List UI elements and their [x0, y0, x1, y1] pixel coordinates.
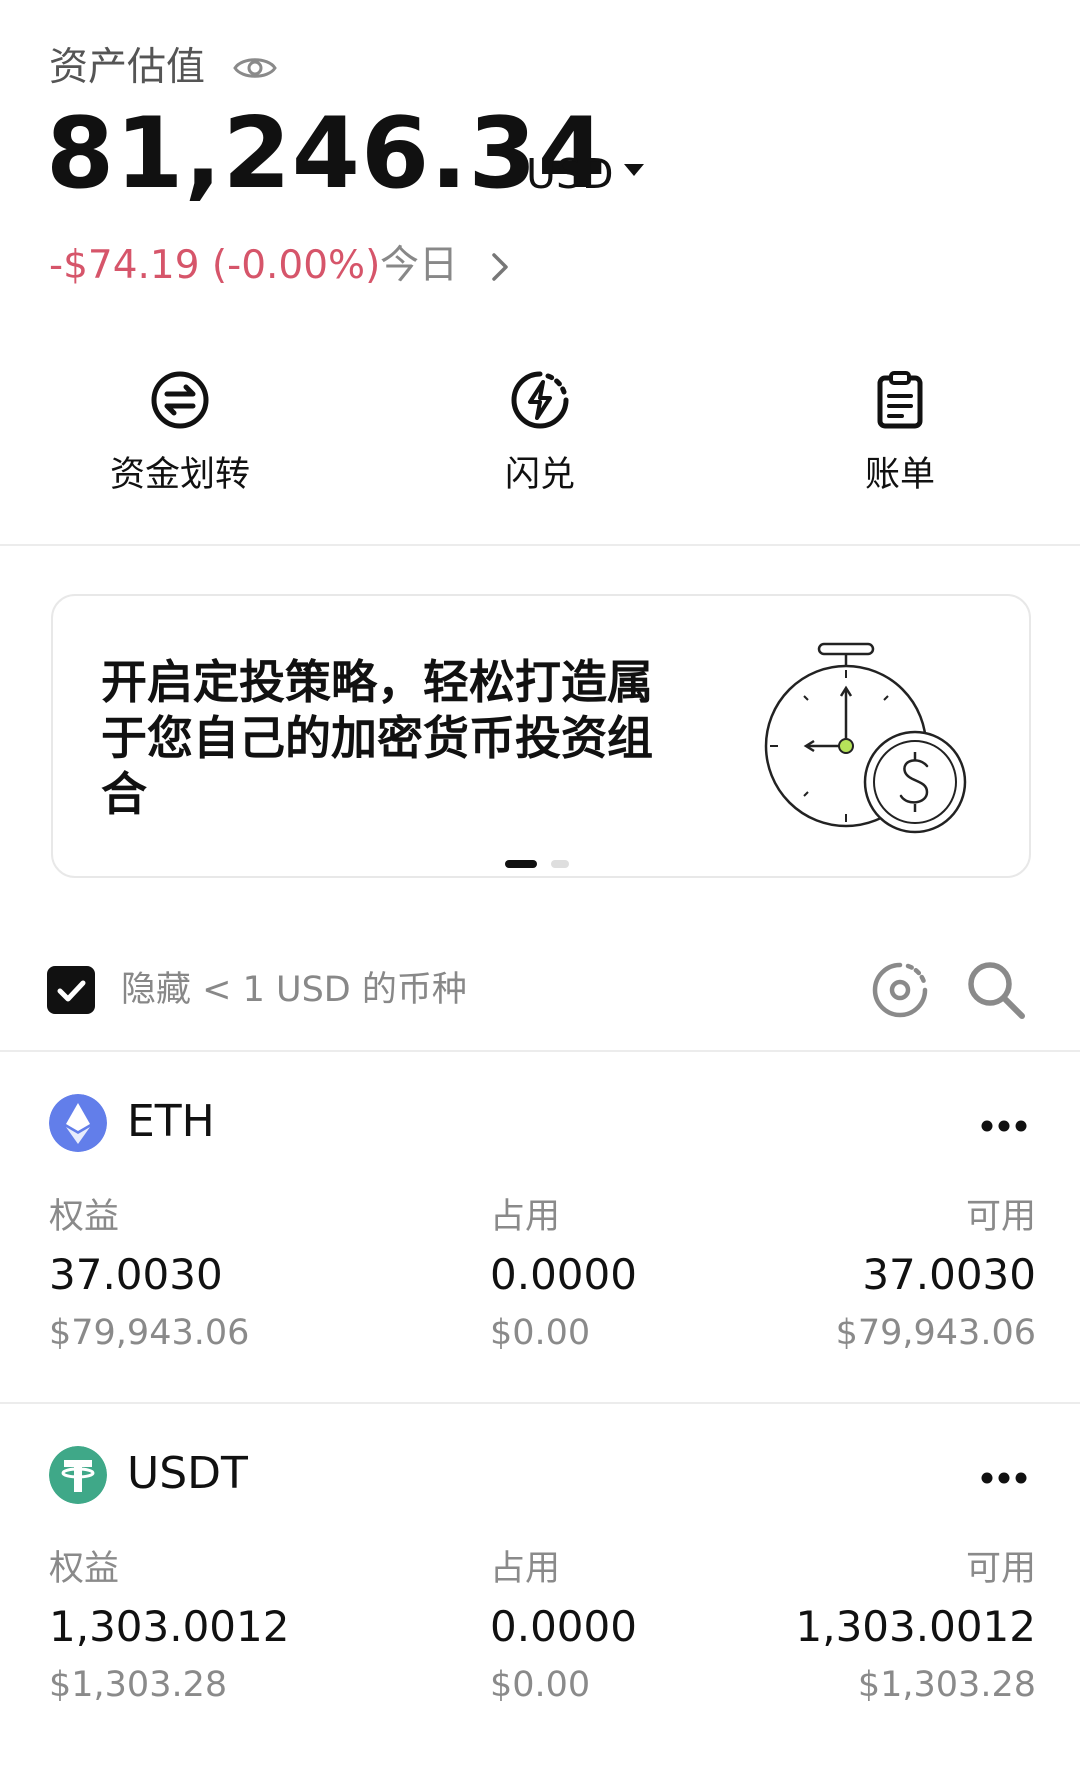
- hide-small-balances-label[interactable]: 隐藏 < 1 USD 的币种: [121, 966, 467, 1014]
- asset-row-eth[interactable]: ETH 权益 37.0030 $79,943.06 占用 0.0000 $0.0…: [0, 1052, 1080, 1402]
- available-usd: $79,943.06: [835, 1313, 1036, 1353]
- bill-label: 账单: [864, 455, 935, 495]
- promo-banner[interactable]: 开启定投策略，轻松打造属于您自己的加密货币投资组合: [51, 594, 1031, 878]
- daily-change: -$74.19 (-0.00%): [49, 243, 381, 288]
- flash-swap-label: 闪兑: [504, 455, 575, 495]
- used-label: 占用: [490, 1549, 561, 1589]
- more-options-icon[interactable]: [980, 1471, 1028, 1485]
- refresh-icon[interactable]: [870, 960, 930, 1020]
- banner-text: 开启定投策略，轻松打造属于您自己的加密货币投资组合: [101, 655, 653, 821]
- total-balance: 81,246.34: [46, 97, 607, 211]
- asset-row-usdt[interactable]: USDT 权益 1,303.0012 $1,303.28 占用 0.0000 $…: [0, 1404, 1080, 1778]
- equity-label: 权益: [49, 1549, 120, 1589]
- equity-usd: $1,303.28: [49, 1665, 228, 1705]
- eye-icon[interactable]: [232, 52, 278, 84]
- used-label: 占用: [490, 1197, 561, 1237]
- flash-swap-icon: [511, 371, 569, 429]
- transfer-label: 资金划转: [109, 455, 250, 495]
- search-icon[interactable]: [964, 958, 1028, 1022]
- asset-valuation-title: 资产估值: [49, 45, 206, 90]
- section-divider: [0, 544, 1080, 546]
- transfer-button[interactable]: 资金划转: [50, 368, 310, 498]
- equity-value: 1,303.0012: [49, 1602, 290, 1651]
- bill-icon: [877, 371, 923, 429]
- used-usd: $0.00: [490, 1665, 591, 1705]
- available-value: 1,303.0012: [795, 1602, 1036, 1651]
- equity-value: 37.0030: [49, 1250, 223, 1299]
- carousel-indicator[interactable]: [551, 860, 569, 868]
- period-label[interactable]: 今日: [380, 240, 458, 292]
- used-value: 0.0000: [490, 1250, 637, 1299]
- equity-label: 权益: [49, 1197, 120, 1237]
- bill-button[interactable]: 账单: [770, 368, 1030, 498]
- available-label: 可用: [965, 1549, 1036, 1589]
- equity-usd: $79,943.06: [49, 1313, 250, 1353]
- asset-name: USDT: [127, 1448, 248, 1499]
- caret-down-icon[interactable]: [624, 164, 644, 176]
- flash-swap-button[interactable]: 闪兑: [410, 368, 670, 498]
- asset-name: ETH: [127, 1096, 215, 1147]
- more-options-icon[interactable]: [980, 1119, 1028, 1133]
- currency-selector[interactable]: USD: [526, 148, 614, 200]
- usdt-icon: [49, 1446, 107, 1504]
- available-label: 可用: [965, 1197, 1036, 1237]
- eth-icon: [49, 1094, 107, 1152]
- check-icon: [57, 980, 86, 1002]
- used-value: 0.0000: [490, 1602, 637, 1651]
- carousel-indicator-active[interactable]: [505, 860, 537, 868]
- available-value: 37.0030: [862, 1250, 1036, 1299]
- stopwatch-coin-illustration: [764, 642, 967, 834]
- hide-small-balances-checkbox[interactable]: [47, 966, 95, 1014]
- used-usd: $0.00: [490, 1313, 591, 1353]
- transfer-icon: [151, 371, 209, 429]
- available-usd: $1,303.28: [857, 1665, 1036, 1705]
- chevron-right-icon[interactable]: [488, 249, 512, 285]
